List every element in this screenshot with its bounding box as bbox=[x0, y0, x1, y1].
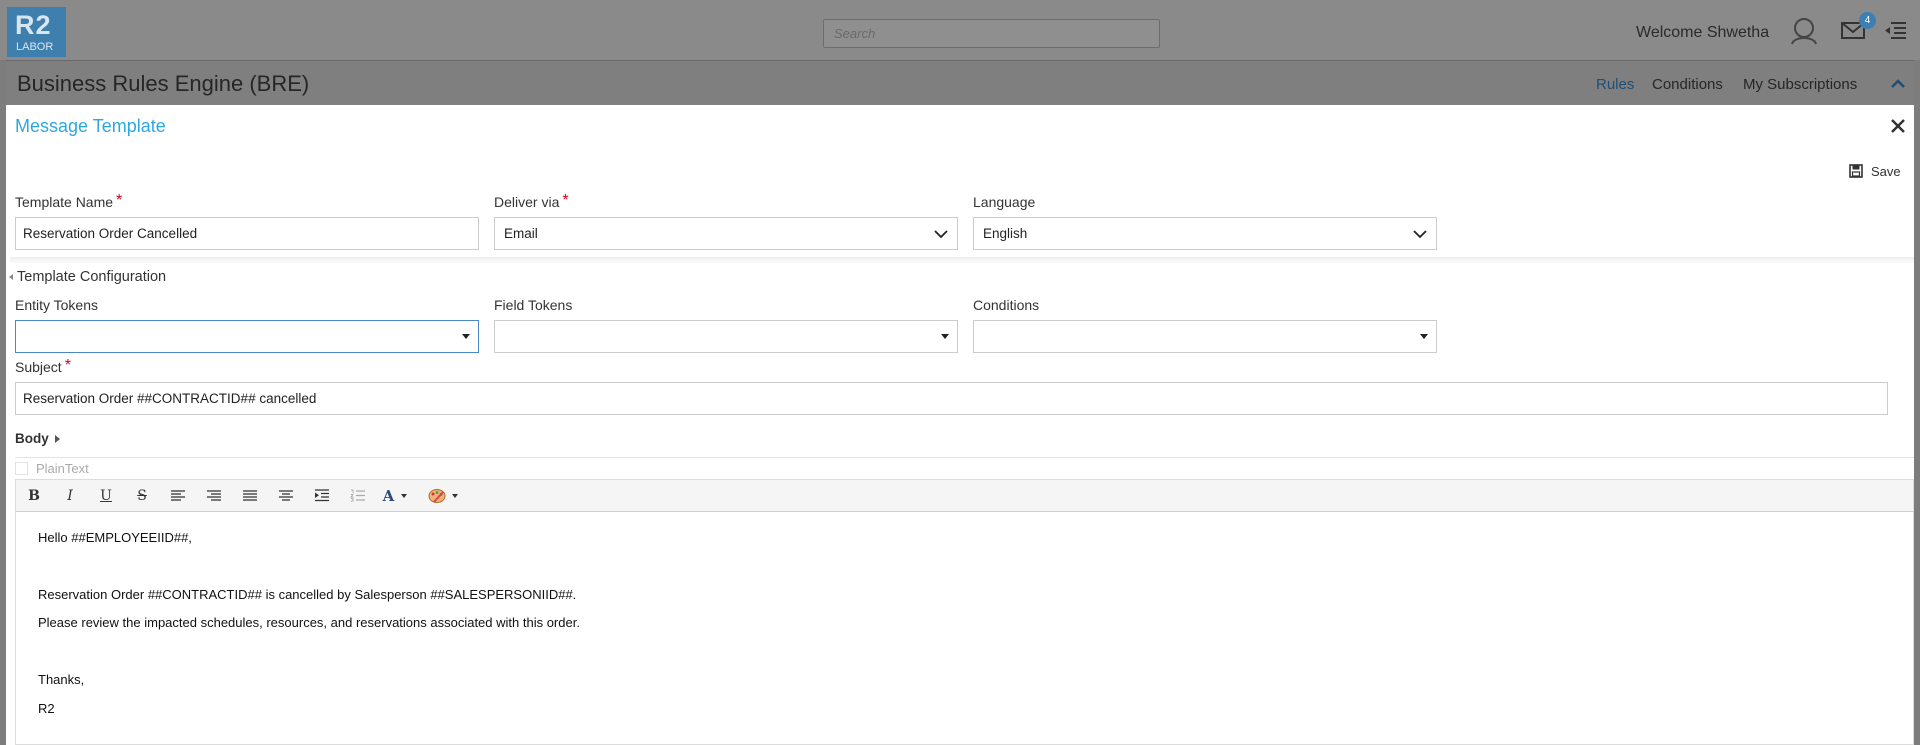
chevron-up-icon[interactable] bbox=[1890, 77, 1906, 89]
align-left-icon bbox=[171, 489, 185, 501]
floppy-disk-icon bbox=[1849, 164, 1863, 178]
body-line: Hello ##EMPLOYEEIID##, bbox=[38, 530, 192, 545]
language-value: English bbox=[983, 226, 1028, 241]
body-editor[interactable]: Hello ##EMPLOYEEIID##, Reservation Order… bbox=[15, 512, 1914, 745]
language-label: Language bbox=[973, 194, 1036, 210]
align-left-button[interactable] bbox=[161, 480, 195, 511]
field-tokens-label: Field Tokens bbox=[494, 297, 573, 313]
justify-icon bbox=[243, 489, 257, 501]
caret-left-icon bbox=[9, 274, 13, 280]
highlight-palette-icon bbox=[428, 488, 446, 503]
justify-button[interactable] bbox=[233, 480, 267, 511]
nav-conditions[interactable]: Conditions bbox=[1652, 76, 1723, 93]
logo-subtext: LABOR bbox=[16, 41, 54, 53]
entity-tokens-select[interactable] bbox=[15, 320, 479, 353]
subject-label: Subject * bbox=[15, 357, 71, 375]
body-line: Thanks, bbox=[38, 672, 85, 687]
align-right-button[interactable] bbox=[197, 480, 231, 511]
plaintext-checkbox[interactable] bbox=[15, 462, 28, 475]
highlight-color-button[interactable] bbox=[424, 480, 462, 511]
template-configuration-title: Template Configuration bbox=[17, 269, 167, 285]
align-center-icon bbox=[279, 489, 293, 501]
indent-icon bbox=[315, 489, 329, 502]
chevron-down-icon bbox=[934, 230, 948, 239]
deliver-via-value: Email bbox=[504, 226, 538, 241]
underline-button[interactable]: U bbox=[89, 480, 123, 511]
caret-down-icon bbox=[401, 493, 408, 498]
plaintext-toggle[interactable]: PlainText bbox=[15, 461, 89, 476]
deliver-via-label: Deliver via * bbox=[494, 192, 569, 210]
body-line: Please review the impacted schedules, re… bbox=[38, 615, 580, 630]
modal-title: Message Template bbox=[15, 116, 166, 136]
top-bar: R2 LABOR Search Welcome Shwetha 4 bbox=[0, 0, 1920, 60]
caret-down-icon bbox=[452, 493, 458, 498]
align-right-icon bbox=[207, 489, 221, 501]
body-divider bbox=[15, 457, 1914, 458]
body-line: R2 bbox=[38, 701, 55, 716]
strikethrough-button[interactable]: S bbox=[125, 480, 159, 511]
template-name-label: Template Name * bbox=[15, 192, 123, 210]
search-input[interactable]: Search bbox=[823, 19, 1160, 48]
language-select[interactable]: English bbox=[973, 217, 1437, 250]
mail-count-badge: 4 bbox=[1859, 12, 1876, 29]
menu-collapse-icon[interactable] bbox=[1882, 20, 1908, 42]
page-header: Business Rules Engine (BRE) Rules Condit… bbox=[6, 60, 1914, 105]
body-section-toggle[interactable]: Body bbox=[15, 431, 60, 446]
entity-tokens-label: Entity Tokens bbox=[15, 297, 99, 313]
logo-text: R2 bbox=[15, 10, 52, 40]
save-button[interactable]: Save bbox=[1849, 161, 1901, 181]
conditions-label: Conditions bbox=[973, 297, 1040, 313]
body-label: Body bbox=[15, 431, 49, 446]
editor-toolbar: B I U S A bbox=[15, 479, 1914, 512]
font-color-button[interactable]: A bbox=[378, 480, 412, 511]
caret-down-icon bbox=[462, 334, 470, 339]
chevron-down-icon bbox=[1413, 230, 1427, 239]
welcome-text: Welcome Shwetha bbox=[1636, 24, 1770, 41]
user-avatar-icon[interactable] bbox=[1789, 17, 1819, 45]
caret-down-icon bbox=[941, 334, 949, 339]
message-template-modal: Message Template Save Template Name * Res… bbox=[6, 105, 1914, 745]
font-color-icon: A bbox=[382, 486, 395, 505]
conditions-select[interactable] bbox=[973, 320, 1437, 353]
italic-button[interactable]: I bbox=[53, 480, 87, 511]
template-configuration-header[interactable]: Template Configuration bbox=[9, 269, 166, 285]
close-icon[interactable] bbox=[1890, 118, 1906, 134]
deliver-via-select[interactable]: Email bbox=[494, 217, 958, 250]
field-tokens-select[interactable] bbox=[494, 320, 958, 353]
bold-button[interactable]: B bbox=[17, 480, 51, 511]
page-title: Business Rules Engine (BRE) bbox=[17, 71, 310, 96]
plaintext-label: PlainText bbox=[36, 461, 89, 476]
nav-rules[interactable]: Rules bbox=[1596, 76, 1634, 93]
align-center-button[interactable] bbox=[269, 480, 303, 511]
template-name-input[interactable]: Reservation Order Cancelled bbox=[15, 217, 479, 250]
numbered-list-button[interactable] bbox=[341, 480, 375, 511]
indent-button[interactable] bbox=[305, 480, 339, 511]
caret-right-icon bbox=[54, 434, 60, 443]
nav-my-subscriptions[interactable]: My Subscriptions bbox=[1743, 76, 1857, 93]
save-label: Save bbox=[1871, 163, 1901, 179]
caret-down-icon bbox=[1420, 334, 1428, 339]
section-divider bbox=[10, 257, 1914, 263]
numbered-list-icon bbox=[350, 489, 365, 502]
body-line: Reservation Order ##CONTRACTID## is canc… bbox=[38, 587, 577, 602]
r2-labor-logo[interactable]: R2 LABOR bbox=[7, 7, 66, 57]
subject-input[interactable]: Reservation Order ##CONTRACTID## cancell… bbox=[15, 382, 1888, 415]
